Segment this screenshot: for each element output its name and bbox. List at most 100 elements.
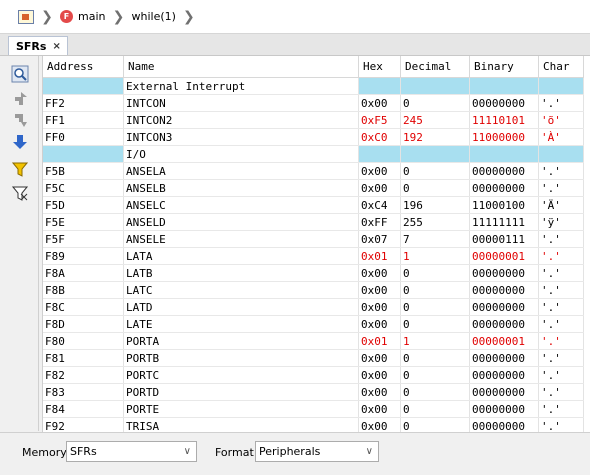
tab-bar: SFRs × bbox=[0, 34, 590, 56]
cell-addr: F5C bbox=[43, 179, 124, 197]
close-icon[interactable]: × bbox=[52, 41, 60, 52]
project-icon[interactable] bbox=[18, 9, 34, 24]
group-cell bbox=[400, 77, 470, 95]
cell-name: INTCON2 bbox=[123, 111, 359, 129]
table-row[interactable]: F5E ANSELD 0xFF 255 11111111'ÿ' bbox=[43, 213, 584, 231]
format-select-value: Peripherals bbox=[259, 445, 321, 458]
cell-addr: FF0 bbox=[43, 128, 124, 146]
memory-label: Memory bbox=[22, 446, 67, 459]
cell-addr: F80 bbox=[43, 332, 124, 350]
cell-name: ANSELE bbox=[123, 230, 359, 248]
sfr-table: Address Name Hex Decimal Binary Char Ext… bbox=[43, 56, 584, 432]
cell-addr: F92 bbox=[43, 417, 124, 432]
cell-dec: 0 bbox=[400, 162, 470, 180]
arrow-down-left-icon[interactable] bbox=[10, 110, 30, 130]
table-row[interactable]: F81 PORTB 0x00 0 00000000 '.' bbox=[43, 349, 584, 367]
cell-dec: 196 bbox=[400, 196, 470, 214]
cell-bin: 00000000 bbox=[469, 94, 539, 112]
cell-dec: 0 bbox=[400, 366, 470, 384]
arrow-down-icon[interactable] bbox=[10, 132, 30, 152]
cell-dec: 0 bbox=[400, 179, 470, 197]
filter-icon[interactable] bbox=[10, 160, 30, 180]
cell-name: TRISA bbox=[123, 417, 359, 432]
cell-dec: 255 bbox=[400, 213, 470, 231]
filter-clear-icon[interactable] bbox=[10, 184, 30, 204]
group-cell bbox=[469, 77, 539, 95]
cell-chr: '.' bbox=[538, 383, 584, 401]
table-row[interactable]: F8B LATC 0x00 0 00000000 '.' bbox=[43, 281, 584, 299]
cell-hex: 0x00 bbox=[358, 417, 401, 432]
cell-dec: 1 bbox=[400, 247, 470, 265]
cell-name: LATC bbox=[123, 281, 359, 299]
table-row[interactable]: F89 LATA 0x01 1 00000001 '.' bbox=[43, 247, 584, 265]
cell-addr: F8C bbox=[43, 298, 124, 316]
chevron-right-icon: ❯ bbox=[112, 8, 125, 25]
magnifier-icon[interactable] bbox=[10, 64, 30, 84]
table-row[interactable]: F8D LATE 0x00 0 00000000 '.' bbox=[43, 315, 584, 333]
column-header-hex[interactable]: Hex bbox=[358, 56, 401, 78]
format-select[interactable]: Peripherals ∨ bbox=[255, 441, 379, 462]
cell-bin: 00000111 bbox=[469, 230, 539, 248]
breadcrumb-item-main[interactable]: main bbox=[78, 10, 105, 23]
cell-dec: 0 bbox=[400, 315, 470, 333]
cell-hex: 0x00 bbox=[358, 383, 401, 401]
cell-bin: 00000000 bbox=[469, 315, 539, 333]
table-row[interactable]: F8C LATD 0x00 0 00000000 '.' bbox=[43, 298, 584, 316]
cell-name: ANSELA bbox=[123, 162, 359, 180]
group-name: External Interrupt bbox=[123, 77, 359, 95]
breadcrumb-item-while[interactable]: while(1) bbox=[131, 10, 175, 23]
column-header-binary[interactable]: Binary bbox=[469, 56, 539, 78]
cell-name: ANSELC bbox=[123, 196, 359, 214]
cell-bin: 11111111 bbox=[469, 213, 539, 231]
cell-bin: 00000000 bbox=[469, 298, 539, 316]
arrow-up-left-icon[interactable] bbox=[10, 89, 30, 109]
cell-chr: 'À' bbox=[538, 128, 584, 146]
format-label: Format bbox=[215, 446, 254, 459]
cell-chr: '.' bbox=[538, 264, 584, 282]
table-row[interactable]: F82 PORTC 0x00 0 00000000 '.' bbox=[43, 366, 584, 384]
group-row[interactable]: External Interrupt bbox=[43, 77, 584, 95]
table-row[interactable]: F83 PORTD 0x00 0 00000000 '.' bbox=[43, 383, 584, 401]
function-icon: F bbox=[60, 10, 73, 23]
table-row[interactable]: FF1 INTCON2 0xF5 245 11110101'õ' bbox=[43, 111, 584, 129]
table-row[interactable]: F84 PORTE 0x00 0 00000000 '.' bbox=[43, 400, 584, 418]
cell-hex: 0x00 bbox=[358, 349, 401, 367]
cell-name: ANSELB bbox=[123, 179, 359, 197]
cell-name: LATD bbox=[123, 298, 359, 316]
table-row[interactable]: F8A LATB 0x00 0 00000000 '.' bbox=[43, 264, 584, 282]
cell-bin: 00000000 bbox=[469, 417, 539, 432]
group-row[interactable]: I/O bbox=[43, 145, 584, 163]
cell-hex: 0x00 bbox=[358, 162, 401, 180]
table-row[interactable]: F5D ANSELC 0xC4 196 11000100 'Ä' bbox=[43, 196, 584, 214]
cell-name: ANSELD bbox=[123, 213, 359, 231]
cell-chr: '.' bbox=[538, 366, 584, 384]
table-row[interactable]: FF2 INTCON 0x00 0 00000000 '.' bbox=[43, 94, 584, 112]
column-header-decimal[interactable]: Decimal bbox=[400, 56, 470, 78]
cell-addr: F5F bbox=[43, 230, 124, 248]
tab-sfrs[interactable]: SFRs × bbox=[8, 36, 68, 55]
group-cell bbox=[43, 145, 124, 163]
column-header-char[interactable]: Char bbox=[538, 56, 584, 78]
cell-hex: 0xF5 bbox=[358, 111, 401, 129]
table-row[interactable]: F92 TRISA 0x00 0 00000000 '.' bbox=[43, 417, 584, 432]
chevron-down-icon: ∨ bbox=[365, 446, 373, 457]
cell-bin: 00000000 bbox=[469, 366, 539, 384]
table-row[interactable]: F5C ANSELB 0x00 0 00000000 '.' bbox=[43, 179, 584, 197]
cell-bin: 00000001 bbox=[469, 332, 539, 350]
tab-label: SFRs bbox=[16, 39, 47, 53]
table-row[interactable]: F5B ANSELA 0x00 0 00000000 '.' bbox=[43, 162, 584, 180]
memory-select[interactable]: SFRs ∨ bbox=[66, 441, 197, 462]
cell-hex: 0x00 bbox=[358, 298, 401, 316]
column-header-address[interactable]: Address bbox=[43, 56, 124, 78]
cell-bin: 00000001 bbox=[469, 247, 539, 265]
cell-dec: 0 bbox=[400, 400, 470, 418]
cell-chr: '.' bbox=[538, 281, 584, 299]
cell-dec: 0 bbox=[400, 281, 470, 299]
table-row[interactable]: F80 PORTA 0x01 1 00000001 '.' bbox=[43, 332, 584, 350]
cell-addr: F5B bbox=[43, 162, 124, 180]
cell-bin: 00000000 bbox=[469, 162, 539, 180]
column-header-name[interactable]: Name bbox=[123, 56, 359, 78]
table-row[interactable]: F5F ANSELE 0x07 7 00000111 '.' bbox=[43, 230, 584, 248]
sfr-table-container[interactable]: Address Name Hex Decimal Binary Char Ext… bbox=[42, 56, 590, 432]
table-row[interactable]: FF0 INTCON3 0xC0 192 11000000 'À' bbox=[43, 128, 584, 146]
